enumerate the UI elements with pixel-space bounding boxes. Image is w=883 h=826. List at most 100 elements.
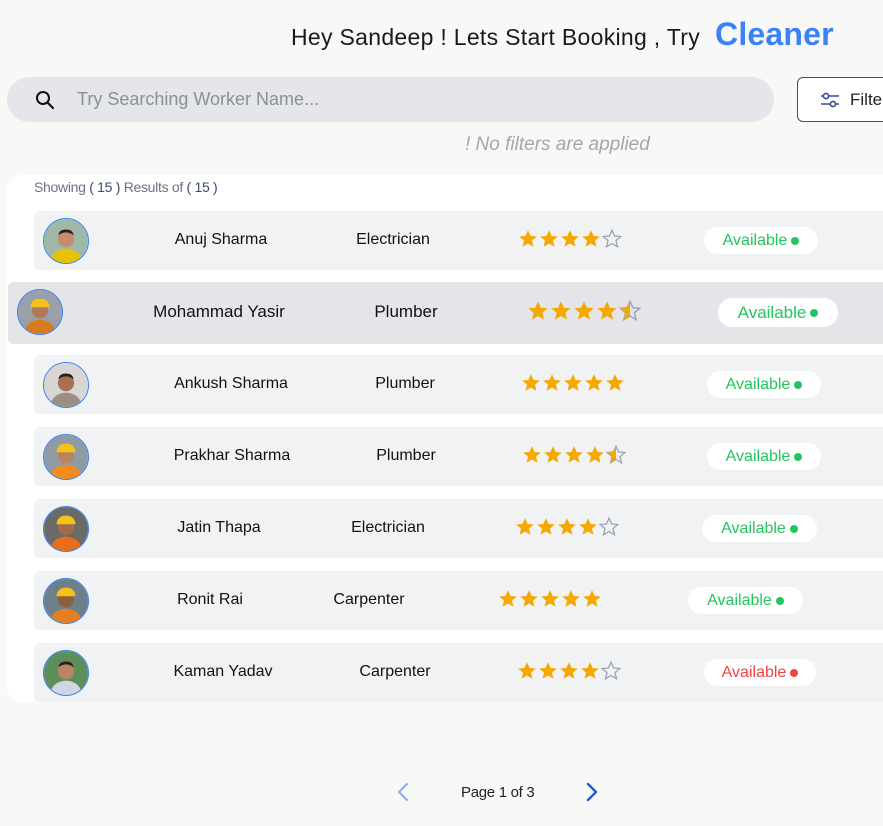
search-input[interactable] [77, 77, 757, 122]
results-summary: Showing ( 15 ) Results of ( 15 ) [34, 179, 218, 195]
status-dot-icon [794, 380, 803, 389]
rating-star [564, 374, 582, 391]
worker-name: Mohammad Yasir [153, 302, 285, 321]
chevron-left-icon[interactable] [392, 780, 414, 804]
rating-star [585, 374, 603, 391]
status-dot-icon [794, 452, 803, 461]
worker-avatar [43, 506, 89, 552]
worker-rating [518, 229, 622, 249]
rating-star [586, 446, 604, 463]
rating-star [543, 374, 561, 391]
rating-star [599, 517, 619, 537]
worker-avatar [43, 650, 89, 696]
worker-name: Anuj Sharma [174, 231, 268, 248]
status-dot-icon [810, 308, 819, 317]
worker-rating [515, 517, 619, 537]
rating-star [519, 230, 537, 247]
rating-star [606, 445, 626, 465]
rating-star [523, 446, 541, 463]
worker-name: Ronit Rai [177, 591, 243, 608]
page-indicator: Page 1 of 3 [461, 784, 535, 801]
showing-label: Showing [34, 179, 86, 195]
greeting-service-highlight[interactable]: Cleaner [715, 16, 834, 53]
worker-role: Plumber [376, 447, 436, 464]
rating-star [565, 446, 583, 463]
status-dot-icon [790, 668, 799, 677]
rating-star [516, 518, 534, 535]
rating-star [583, 590, 601, 607]
status-label: Available [725, 447, 791, 465]
worker-avatar [43, 578, 89, 624]
rating-star [562, 590, 580, 607]
status-badge: Available [704, 227, 818, 254]
page-greeting: Hey Sandeep ! Lets Start Booking , Try C… [291, 16, 834, 53]
rating-star [520, 590, 538, 607]
rating-star [574, 301, 594, 320]
results-of-label: Results of [123, 179, 184, 195]
worker-rating [517, 661, 621, 681]
chevron-right-icon[interactable] [581, 780, 603, 804]
worker-role: Electrician [356, 231, 430, 248]
rating-star [539, 662, 557, 679]
status-dot-icon [791, 236, 800, 245]
showing-count: ( 15 ) [89, 179, 121, 195]
rating-star [561, 230, 579, 247]
search-bar[interactable] [7, 77, 774, 122]
sliders-icon [820, 90, 850, 110]
rating-star [582, 230, 600, 247]
worker-rating [521, 373, 625, 393]
worker-name: Prakhar Sharma [173, 447, 291, 464]
rating-star [606, 374, 624, 391]
status-badge: Available [707, 371, 821, 398]
rating-star [558, 518, 576, 535]
rating-star [619, 300, 641, 322]
worker-name: Ankush Sharma [174, 375, 288, 392]
total-count: ( 15 ) [186, 179, 218, 195]
worker-role: Plumber [374, 302, 438, 321]
filter-status-message: ! No filters are applied [465, 134, 650, 155]
status-label: Available [725, 375, 791, 393]
rating-star [540, 230, 558, 247]
filter-button[interactable]: Filter [797, 77, 883, 122]
greeting-text: Hey Sandeep ! Lets Start Booking , Try [291, 24, 701, 50]
worker-avatar [43, 434, 89, 480]
status-badge: Available [688, 587, 803, 614]
worker-role: Carpenter [359, 663, 431, 680]
worker-name: Kaman Yadav [173, 663, 273, 680]
status-badge: Available [718, 298, 838, 327]
rating-star [602, 229, 622, 249]
worker-avatar [17, 289, 63, 335]
worker-avatar [43, 362, 89, 408]
worker-avatar [43, 218, 89, 264]
worker-role: Carpenter [333, 591, 405, 608]
search-icon [35, 90, 55, 110]
worker-role: Electrician [351, 519, 425, 536]
status-label: Available [722, 231, 788, 249]
worker-rating [527, 300, 641, 322]
rating-star [544, 446, 562, 463]
rating-star [579, 518, 597, 535]
status-dot-icon [775, 596, 784, 605]
rating-star [581, 662, 599, 679]
status-badge: Available [702, 515, 817, 542]
status-label: Available [721, 663, 787, 681]
filter-button-label: Filter [850, 89, 883, 109]
status-label: Available [707, 591, 772, 609]
rating-star [528, 301, 548, 320]
rating-star [541, 590, 559, 607]
rating-star [597, 301, 617, 320]
status-badge: Available [707, 443, 821, 470]
worker-role: Plumber [375, 375, 435, 392]
worker-name: Jatin Thapa [177, 519, 261, 536]
rating-star [499, 590, 517, 607]
rating-star [560, 662, 578, 679]
rating-star [551, 301, 571, 320]
rating-star [601, 661, 621, 681]
worker-rating [498, 589, 602, 609]
status-badge: Available [704, 659, 816, 686]
status-label: Available [721, 519, 786, 537]
worker-rating [522, 445, 626, 465]
status-label: Available [737, 302, 807, 322]
rating-star [537, 518, 555, 535]
rating-star [518, 662, 536, 679]
